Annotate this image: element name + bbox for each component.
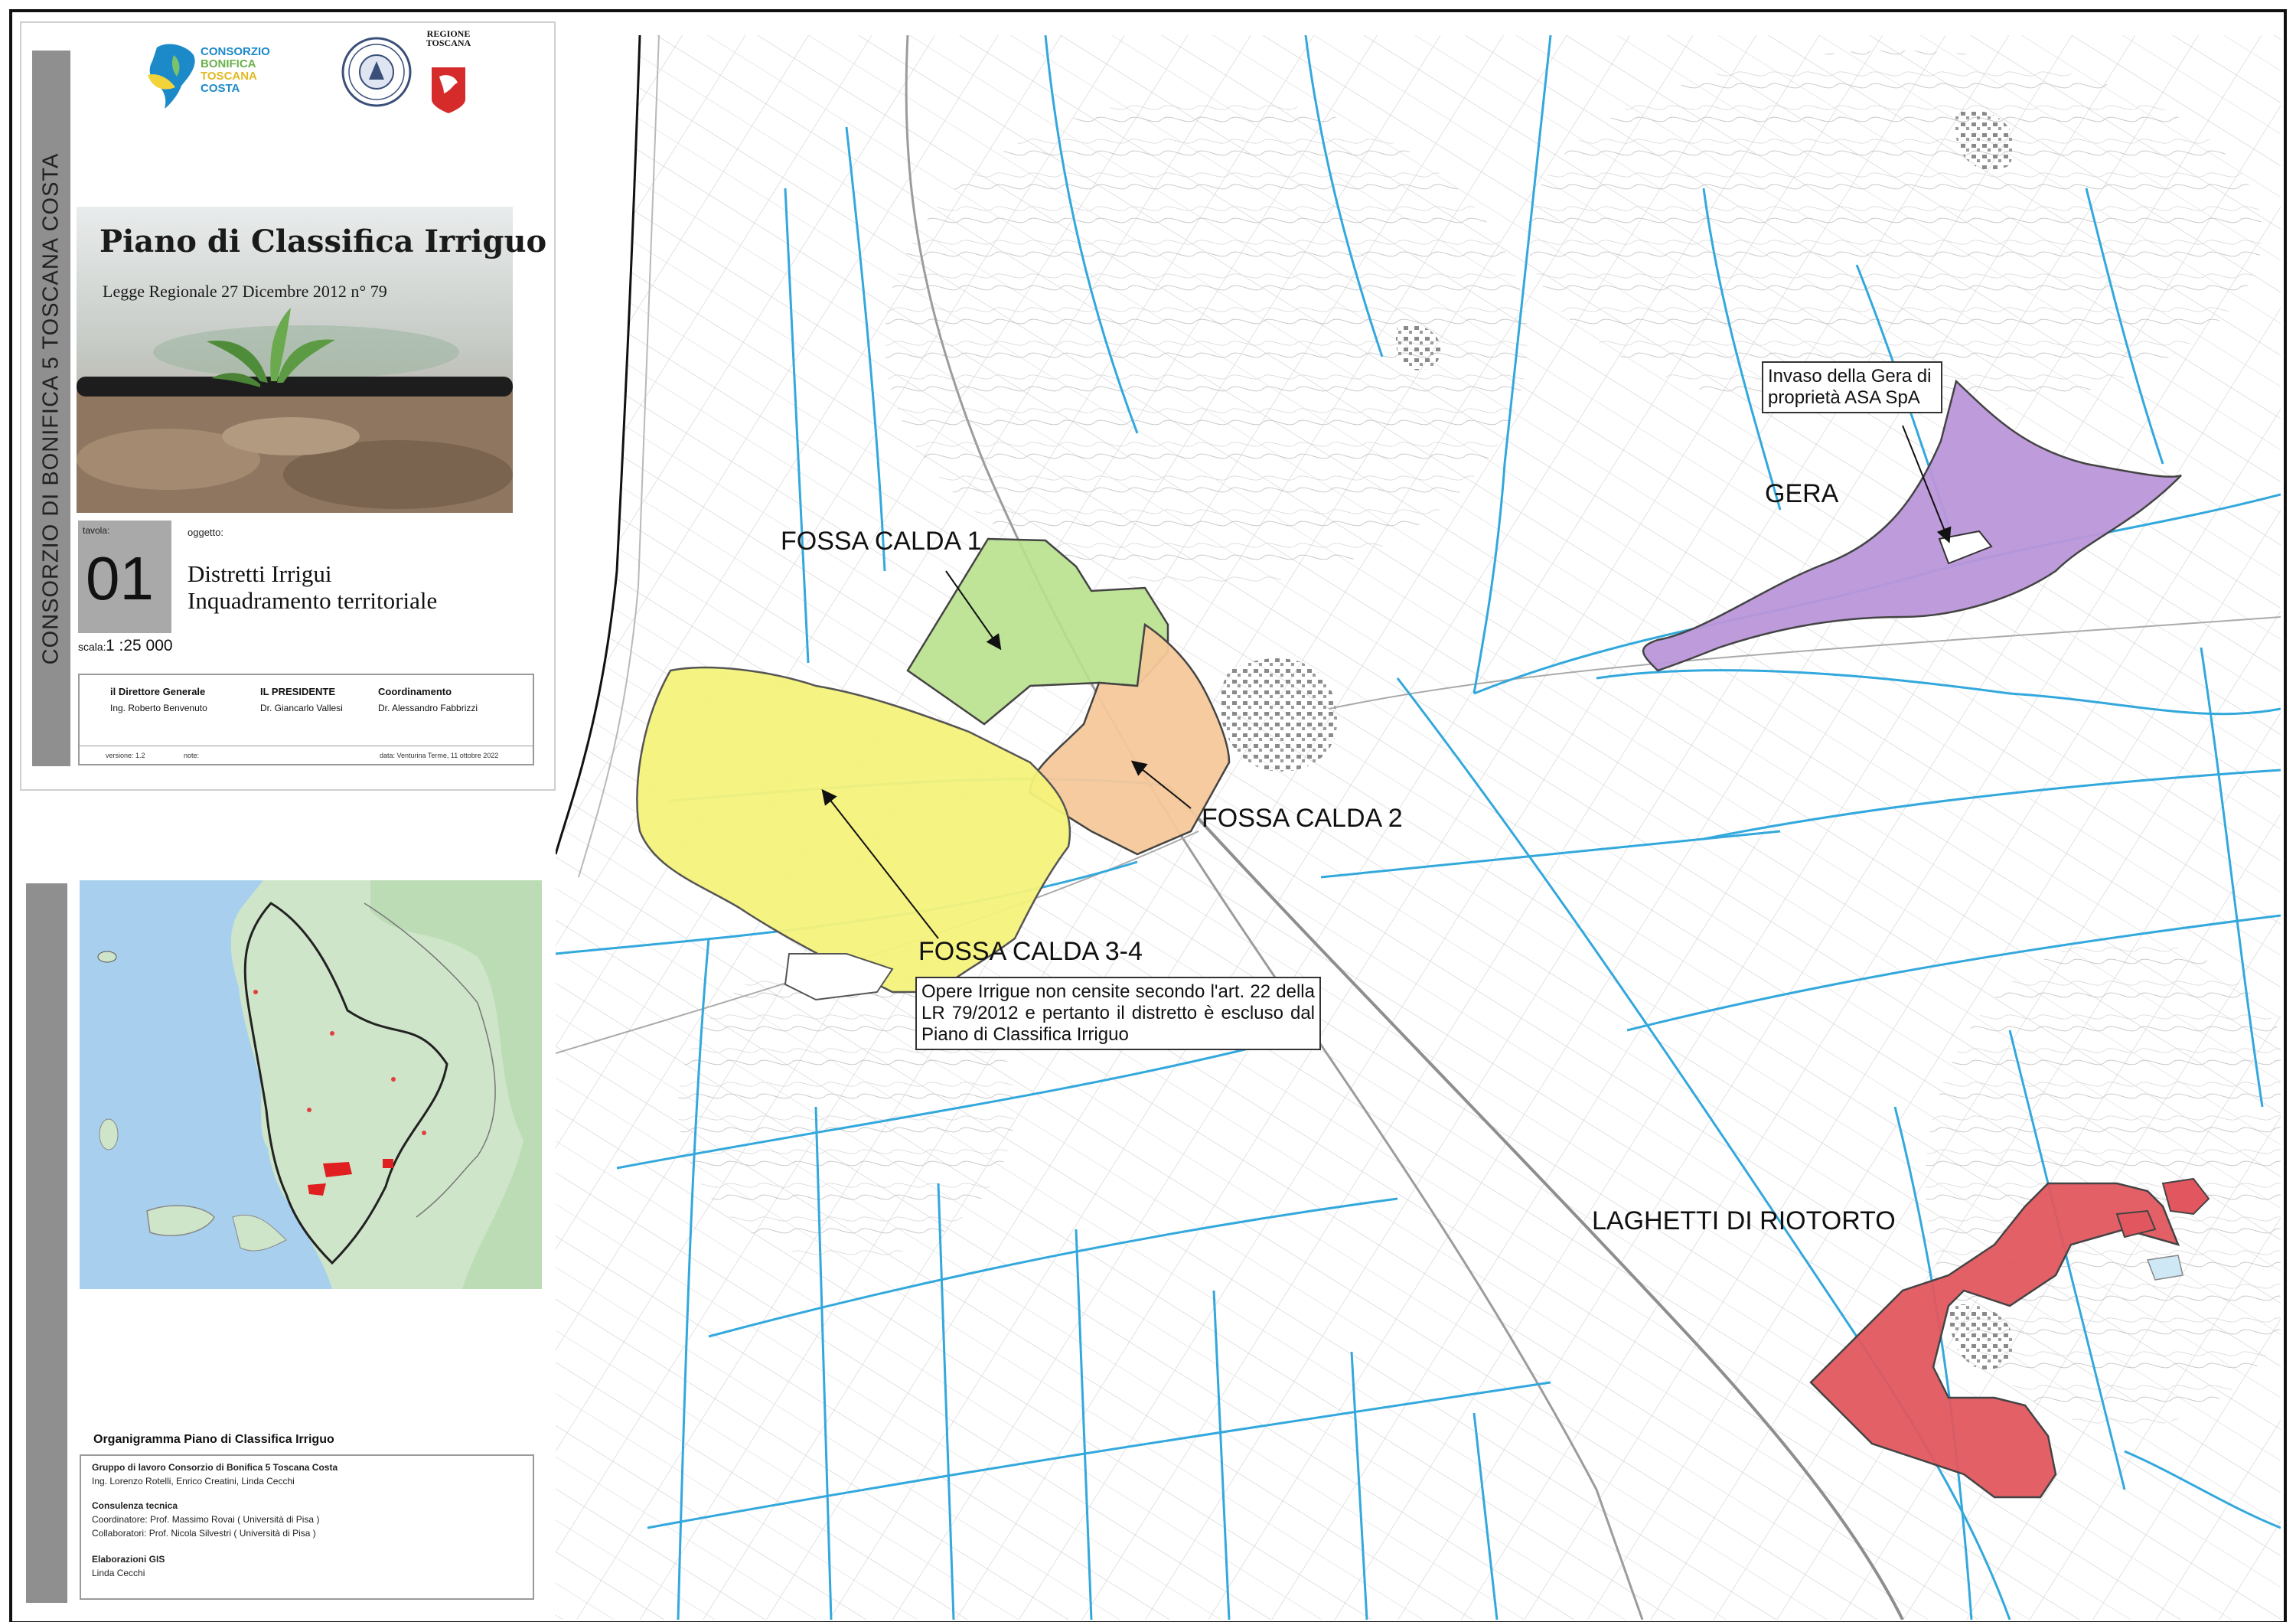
data-text: data: Venturina Terme, 11 ottobre 2022 [380, 752, 499, 759]
regione-toscana-text: REGIONE TOSCANA [426, 28, 471, 48]
organigramma-heading: Organigramma Piano di Classifica Irriguo [93, 1433, 334, 1446]
signature-role: il Direttore Generale [110, 686, 206, 697]
signature-role: IL PRESIDENTE [260, 686, 336, 697]
tavola-label: tavola: [83, 525, 110, 536]
signature-name: Ing. Roberto Benvenuto [110, 703, 207, 713]
oggetto-label: oggetto: [188, 527, 223, 538]
consorzio-logo-text: CONSORZIO BONIFICA TOSCANA COSTA [201, 45, 270, 95]
oggetto-line-1: Distretti Irrigui [188, 560, 332, 587]
callout-invaso-gera: Invaso della Gera di proprietà ASA SpA [1762, 361, 1942, 413]
oggetto-line-2: Inquadramento territoriale [188, 587, 438, 614]
signature-name: Dr. Giancarlo Vallesi [260, 703, 343, 713]
scala-label: scala: [78, 641, 106, 653]
label-fossa-calda-1: FOSSA CALDA 1 [781, 527, 982, 556]
universita-di-pisa-seal [341, 37, 412, 107]
callout-opere-irrigue: Opere Irrigue non censite secondo l'art.… [915, 977, 1321, 1050]
signature-box: il Direttore Generale Ing. Roberto Benve… [78, 674, 534, 765]
organigramma-line: Ing. Lorenzo Rotelli, Enrico Creatini, L… [92, 1476, 295, 1487]
signature-role: Coordinamento [378, 686, 452, 697]
versione-text: versione: 1.2 [106, 752, 145, 759]
inset-side-bar [26, 883, 67, 1603]
note-text: note: [184, 752, 200, 759]
label-gera: GERA [1765, 479, 1839, 508]
consorzio-vertical-title: CONSORZIO DI BONIFICA 5 TOSCANA COSTA [38, 152, 64, 665]
scala-value: 1 :25 000 [106, 637, 173, 654]
organigramma-line: Consulenza tecnica [92, 1500, 178, 1511]
label-laghetti-di-riotorto: LAGHETTI DI RIOTORTO [1592, 1206, 1896, 1235]
tavola-number: 01 [86, 544, 154, 612]
label-fossa-calda-3-4: FOSSA CALDA 3-4 [918, 937, 1143, 966]
cover-subtitle: Legge Regionale 27 Dicembre 2012 n° 79 [103, 282, 387, 301]
organigramma-line: Gruppo di lavoro Consorzio di Bonifica 5… [92, 1462, 338, 1473]
organigramma-line: Coordinatore: Prof. Massimo Rovai ( Univ… [92, 1514, 320, 1525]
organigramma-line: Collaboratori: Prof. Nicola Silvestri ( … [92, 1528, 316, 1539]
inset-locator-map [80, 880, 542, 1289]
main-map: FOSSA CALDA 1 FOSSA CALDA 2 FOSSA CALDA … [556, 35, 2281, 1620]
organigramma-line: Elaborazioni GIS [92, 1554, 165, 1565]
organigramma-line: Linda Cecchi [92, 1568, 145, 1578]
main-map-svg [556, 35, 2281, 1620]
signature-name: Dr. Alessandro Fabbrizzi [378, 703, 478, 713]
label-fossa-calda-2: FOSSA CALDA 2 [1202, 804, 1403, 833]
cover-title: Piano di Classifica Irriguo [99, 224, 547, 259]
